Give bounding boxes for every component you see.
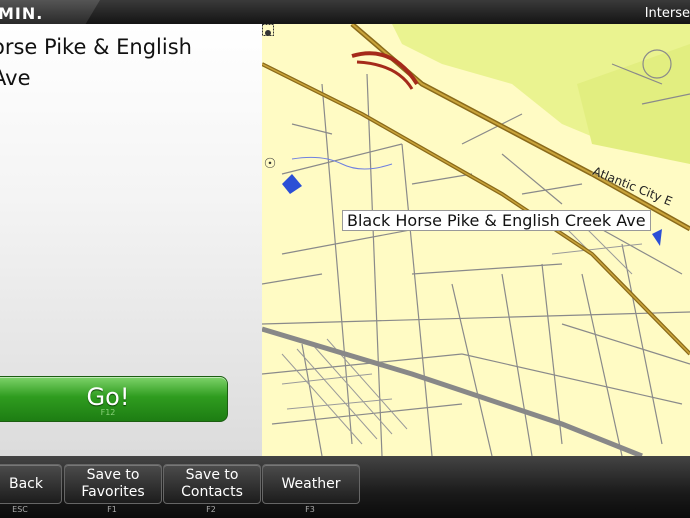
save-to-contacts-label-1: Save to [185,467,239,483]
save-to-contacts-button[interactable]: Save to Contacts [163,464,261,504]
water-pond [652,229,662,246]
go-button-key-hint: F12 [100,408,116,417]
zoom-icon[interactable] [262,24,274,36]
location-details-panel: orse Pike & English Ave Go! F12 [0,24,262,456]
favorites-key-hint: F1 [107,505,117,514]
screen-title: Interse [644,6,690,21]
go-button[interactable]: Go! F12 [0,376,228,422]
save-to-favorites-label-1: Save to [86,467,140,483]
map-canvas [262,24,690,456]
compass-icon[interactable]: ☉ [262,156,278,172]
back-key-hint: ESC [12,505,28,514]
contacts-key-hint: F2 [206,505,216,514]
map-view[interactable]: ☉ Atlantic City E Black Horse Pike & Eng… [262,24,690,456]
garmin-logo: MIN. [0,4,44,23]
logo-tab: MIN. [0,0,100,25]
location-pin-label: Black Horse Pike & English Creek Ave [342,210,651,231]
top-bar: MIN. Interse [0,0,690,25]
weather-button-label: Weather [281,476,341,492]
location-address: orse Pike & English Ave [0,32,242,94]
save-to-contacts-label-2: Contacts [181,484,243,500]
save-to-favorites-button[interactable]: Save to Favorites [64,464,162,504]
go-button-label: Go! [86,383,130,411]
water-pond [282,174,302,194]
address-line-1: orse Pike & English [0,35,192,59]
weather-button[interactable]: Weather [262,464,360,504]
back-button[interactable]: Back [0,464,62,504]
back-button-label: Back [9,476,43,492]
address-line-2: Ave [0,66,31,90]
save-to-favorites-label-2: Favorites [81,484,145,500]
weather-key-hint: F3 [305,505,315,514]
